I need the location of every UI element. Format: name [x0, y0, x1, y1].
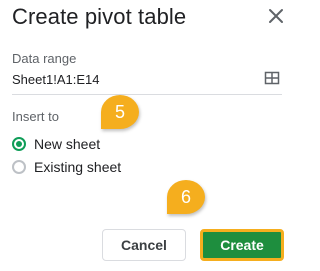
- radio-checked-icon[interactable]: [12, 137, 26, 151]
- data-range-field: [12, 66, 282, 95]
- close-icon[interactable]: [264, 4, 288, 28]
- radio-existing-sheet[interactable]: Existing sheet: [12, 157, 121, 177]
- grid-select-icon[interactable]: [264, 70, 280, 86]
- step-5-callout: 5: [101, 95, 139, 129]
- radio-new-sheet-label: New sheet: [34, 136, 101, 152]
- data-range-input[interactable]: [12, 70, 252, 88]
- data-range-label: Data range: [12, 51, 77, 66]
- create-button[interactable]: Create: [200, 229, 284, 261]
- dialog-title: Create pivot table: [12, 4, 187, 29]
- insert-to-label: Insert to: [12, 109, 59, 124]
- create-pivot-table-dialog: Create pivot table Data range Insert to …: [0, 0, 300, 271]
- radio-new-sheet[interactable]: New sheet: [12, 134, 100, 154]
- radio-unchecked-icon[interactable]: [12, 160, 26, 174]
- step-6-callout: 6: [167, 180, 205, 214]
- cancel-button[interactable]: Cancel: [102, 229, 186, 261]
- radio-existing-sheet-label: Existing sheet: [34, 159, 122, 175]
